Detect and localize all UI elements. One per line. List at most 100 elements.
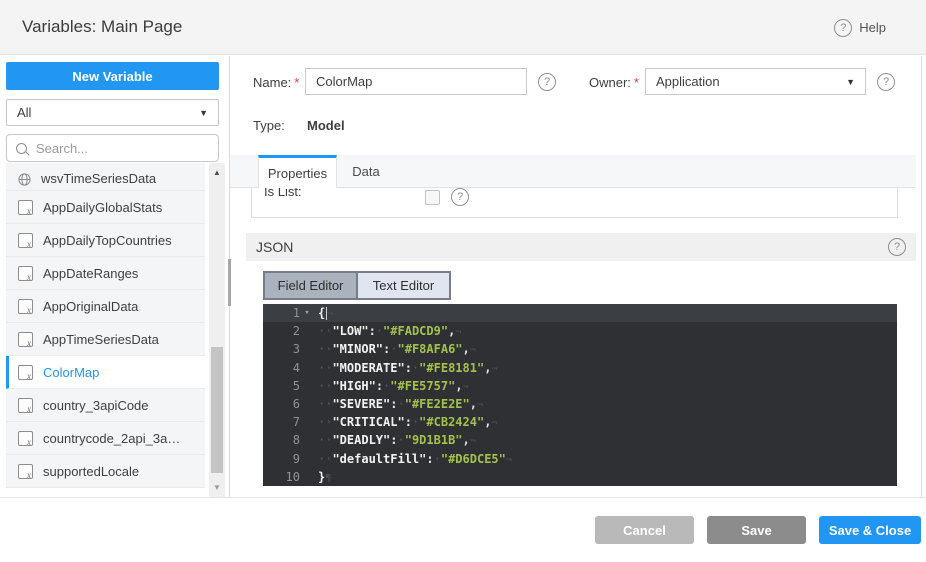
list-item[interactable]: AppOriginalData [6, 290, 205, 323]
line-number: 3 [263, 342, 300, 356]
list-item-label: countrycode_2api_3a… [43, 431, 180, 446]
variable-icon [18, 464, 33, 479]
owner-select[interactable]: Application [645, 68, 866, 95]
search-icon [16, 143, 27, 154]
new-variable-button[interactable]: New Variable [6, 62, 219, 90]
list-item[interactable]: AppTimeSeriesData [6, 323, 205, 356]
line-number: 1 [263, 306, 300, 320]
field-editor-button[interactable]: Field Editor [265, 273, 358, 298]
type-value: Model [307, 118, 345, 133]
list-item-label: AppOriginalData [43, 299, 138, 314]
list-item[interactable]: countrycode_2api_3a… [6, 422, 205, 455]
line-number: 5 [263, 379, 300, 393]
help-icon[interactable] [451, 188, 469, 206]
cancel-button[interactable]: Cancel [595, 516, 694, 544]
list-item-label: AppDailyTopCountries [43, 233, 172, 248]
search-input[interactable] [34, 140, 198, 157]
list-item-label: AppDailyGlobalStats [43, 200, 162, 215]
code-line: 7 ··"CRITICAL":·"#CB2424",¬ [263, 413, 897, 431]
code-line: 9 ··"defaultFill":·"#D6DCE5"¬ [263, 450, 897, 468]
list-item[interactable]: AppDailyTopCountries [6, 224, 205, 257]
panel-right-border [921, 56, 922, 497]
code-line: 4 ··"MODERATE":·"#FE8181",¬ [263, 359, 897, 377]
variable-icon [18, 233, 33, 248]
list-scrollbar[interactable] [209, 163, 225, 497]
variable-icon [18, 431, 33, 446]
list-item-label: AppTimeSeriesData [43, 332, 159, 347]
line-number: 7 [263, 415, 300, 429]
scrollbar-thumb[interactable] [211, 347, 223, 473]
json-code-editor[interactable]: 1 ▾ {¬ 2 ··"LOW":·"#FADCD9",¬ 3 ··"MINOR… [263, 304, 897, 486]
list-item-label: wsvTimeSeriesData [41, 171, 156, 186]
list-item[interactable]: country_3apiCode [6, 389, 205, 422]
code-line: 2 ··"LOW":·"#FADCD9",¬ [263, 322, 897, 340]
list-item-label: country_3apiCode [43, 398, 149, 413]
is-list-label: Is List: [264, 188, 302, 199]
is-list-checkbox[interactable] [425, 190, 440, 205]
json-section-header: JSON [246, 233, 916, 261]
list-item-label: AppDateRanges [43, 266, 138, 281]
line-number: 8 [263, 433, 300, 447]
line-number: 4 [263, 361, 300, 375]
list-item-selected[interactable]: ColorMap [6, 356, 205, 389]
panel-scrollbar-thumb[interactable] [228, 259, 231, 306]
dropdown-arrow-icon [846, 77, 855, 87]
list-item-label: ColorMap [43, 365, 99, 380]
scroll-down-icon[interactable] [209, 483, 225, 492]
json-section-title: JSON [256, 239, 293, 255]
scroll-up-icon[interactable] [209, 168, 225, 177]
save-and-close-button[interactable]: Save & Close [819, 516, 921, 544]
tab-bar: Properties Data [230, 155, 916, 188]
help-icon [834, 19, 852, 37]
code-line: 5 ··"HIGH":·"#FE5757",¬ [263, 377, 897, 395]
variable-icon [18, 398, 33, 413]
list-item[interactable]: AppDateRanges [6, 257, 205, 290]
content-footer-divider [0, 497, 926, 498]
list-item[interactable]: wsvTimeSeriesData [6, 163, 205, 191]
help-icon[interactable] [538, 73, 556, 91]
editor-mode-toggle: Field Editor Text Editor [263, 271, 451, 300]
help-icon[interactable] [888, 238, 906, 256]
code-line: 1 ▾ {¬ [263, 304, 897, 322]
variable-icon [18, 332, 33, 347]
help-icon[interactable] [877, 73, 895, 91]
name-input[interactable] [305, 68, 527, 95]
code-line: 10 }¶ [263, 468, 897, 486]
json-section: JSON Field Editor Text Editor 1 ▾ {¬ 2 ·… [246, 233, 916, 486]
code-line: 8 ··"DEADLY":·"9D1B1B",¬ [263, 431, 897, 449]
web-service-icon [18, 173, 31, 186]
type-label: Type: [253, 118, 285, 133]
tab-data[interactable]: Data [337, 155, 395, 188]
line-number: 10 [263, 470, 300, 484]
fold-icon[interactable]: ▾ [300, 308, 314, 318]
filter-value: All [17, 105, 31, 120]
save-button[interactable]: Save [707, 516, 806, 544]
line-number: 9 [263, 452, 300, 466]
dropdown-arrow-icon [199, 108, 208, 118]
variable-icon [18, 266, 33, 281]
variable-icon [18, 299, 33, 314]
list-item-label: supportedLocale [43, 464, 139, 479]
list-item[interactable]: AppDailyGlobalStats [6, 191, 205, 224]
owner-value: Application [656, 74, 720, 89]
variable-search [6, 134, 219, 162]
list-item[interactable]: supportedLocale [6, 455, 205, 488]
variable-filter-select[interactable]: All [6, 99, 219, 126]
line-number: 2 [263, 324, 300, 338]
page-title: Variables: Main Page [22, 17, 182, 37]
variable-icon [18, 365, 33, 380]
variable-icon [18, 200, 33, 215]
variable-list: wsvTimeSeriesData AppDailyGlobalStats Ap… [6, 163, 205, 497]
is-list-row: Is List: [251, 188, 898, 218]
help-link[interactable]: Help [834, 0, 886, 55]
code-line: 6 ··"SEVERE":·"#FE2E2E",¬ [263, 395, 897, 413]
help-label: Help [859, 20, 886, 35]
text-editor-button[interactable]: Text Editor [358, 273, 449, 298]
code-line: 3 ··"MINOR":·"#F8AFA6",¬ [263, 340, 897, 358]
dialog-header: Variables: Main Page Help [0, 0, 926, 55]
tab-properties[interactable]: Properties [258, 155, 337, 188]
variables-dialog: Variables: Main Page Help New Variable A… [0, 0, 926, 562]
required-asterisk: * [634, 75, 639, 90]
line-number: 6 [263, 397, 300, 411]
name-label: Name:* [253, 75, 299, 90]
